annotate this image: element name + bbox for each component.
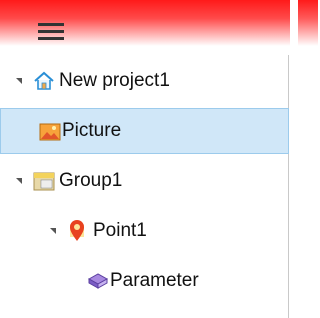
map-pin-icon (70, 220, 84, 241)
expand-collapse-icon[interactable] (16, 78, 22, 84)
group-icon (33, 172, 55, 191)
tree-item-label: Picture (62, 120, 122, 141)
tree-item-group[interactable]: Group1 (0, 158, 289, 204)
picture-icon (39, 123, 61, 141)
header-bar (0, 0, 290, 46)
expand-collapse-icon[interactable] (16, 178, 22, 184)
tree-item-parameter[interactable]: Parameter (0, 258, 289, 304)
tree-item-project[interactable]: New project1 (0, 58, 289, 104)
tree-item-label: Group1 (59, 170, 123, 191)
expand-collapse-icon[interactable] (50, 228, 56, 234)
tree-item-picture[interactable]: Picture (0, 108, 289, 154)
tree-item-point[interactable]: Point1 (0, 208, 289, 254)
hamburger-menu-icon[interactable] (38, 23, 64, 41)
tree-item-label: Parameter (110, 270, 199, 291)
project-tree: New project1 Picture Group1 Point1 Param… (0, 55, 289, 318)
tree-item-label: Point1 (93, 220, 147, 241)
house-icon (34, 71, 54, 90)
tree-item-label: New project1 (59, 70, 170, 91)
parameter-icon (87, 273, 109, 289)
header-bar-secondary (298, 0, 318, 46)
